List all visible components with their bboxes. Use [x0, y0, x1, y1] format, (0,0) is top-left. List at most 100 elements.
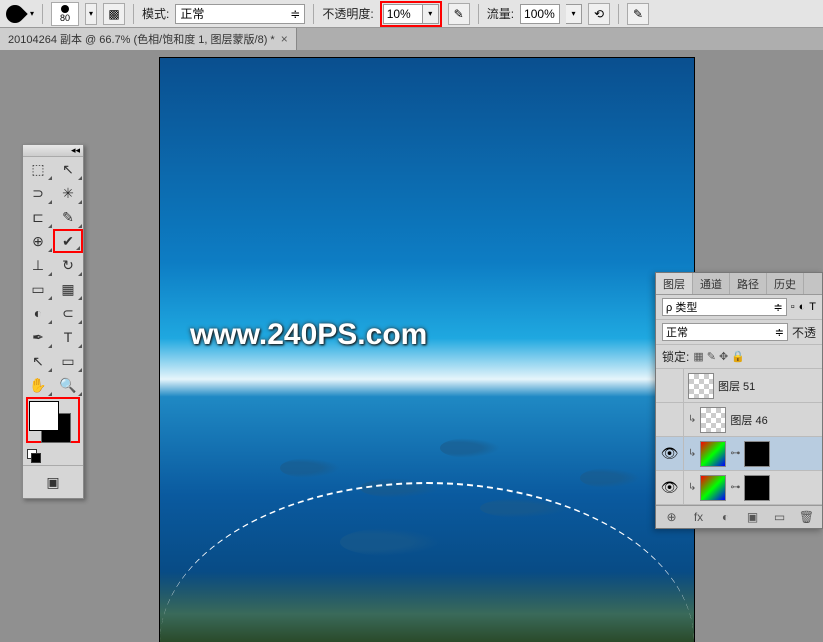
brush-picker-dropdown[interactable]: ▾ — [85, 3, 97, 25]
opacity-input[interactable]: 10% — [383, 4, 423, 24]
document-tab[interactable]: 20104264 副本 @ 66.7% (色相/饱和度 1, 图层蒙版/8) *… — [0, 28, 297, 50]
tab-layers[interactable]: 图层 — [656, 273, 693, 294]
dropdown-arrow[interactable]: ▾ — [30, 9, 34, 18]
layer-name-label[interactable]: 图层 51 — [718, 378, 755, 394]
flow-dropdown[interactable]: ▾ — [566, 4, 582, 24]
lock-transparent-icon[interactable]: ▦ — [693, 350, 703, 363]
adjustment-layer-icon[interactable]: ▣ — [744, 510, 762, 524]
gradient-tool[interactable]: ▦ — [53, 277, 83, 301]
layer-visibility-toggle[interactable] — [656, 369, 684, 402]
fish-shape — [280, 458, 340, 478]
layer-kind-filter[interactable]: ρ 类型≑ — [662, 298, 787, 316]
shape-tool[interactable]: ▭ — [53, 349, 83, 373]
blend-mode-value: 正常 — [180, 5, 204, 22]
chevron-down-icon: ≑ — [775, 326, 784, 339]
layer-content: ↳⊶ — [684, 475, 822, 501]
flow-input[interactable]: 100% — [520, 4, 560, 24]
filter-type-icon[interactable]: T — [809, 301, 816, 313]
tool-flyout-indicator — [78, 368, 82, 372]
tool-flyout-indicator — [78, 344, 82, 348]
patch-tool[interactable]: ⊕ — [23, 229, 53, 253]
layer-row[interactable]: 图层 51 — [656, 369, 822, 403]
layer-name-label[interactable]: 图层 46 — [730, 412, 767, 428]
tool-flyout-indicator — [78, 296, 82, 300]
opacity-control-highlighted: 10% ▾ — [380, 1, 442, 27]
layer-fx-icon[interactable]: fx — [690, 510, 708, 524]
tab-history[interactable]: 历史 — [767, 273, 804, 294]
default-colors-icon[interactable] — [27, 449, 41, 463]
crop-tool[interactable]: ⊏ — [23, 205, 53, 229]
new-layer-icon[interactable]: ▭ — [771, 510, 789, 524]
lock-position-icon[interactable]: ✥ — [719, 350, 728, 363]
path-select-tool[interactable]: ↖ — [23, 349, 53, 373]
tab-channels[interactable]: 通道 — [693, 273, 730, 294]
tools-panel-header[interactable]: ◂◂ — [23, 145, 83, 157]
pen-tool[interactable]: ✒ — [23, 325, 53, 349]
filter-adjust-icon[interactable]: ◐ — [799, 301, 806, 313]
dodge-tool[interactable]: ⊂ — [53, 301, 83, 325]
filter-pixel-icon[interactable]: ▫ — [791, 301, 795, 313]
layer-mask-thumbnail[interactable] — [744, 441, 770, 467]
magic-wand-tool[interactable]: ✳ — [53, 181, 83, 205]
brush-tool[interactable]: ✔ — [53, 229, 83, 253]
layer-content: ↳ 图层 46 — [684, 407, 822, 433]
brush-size-preview[interactable]: 80 — [51, 2, 79, 26]
layer-thumbnail[interactable] — [700, 407, 726, 433]
tool-flyout-indicator — [76, 246, 80, 250]
hand-tool[interactable]: ✋ — [23, 373, 53, 397]
panel-tab-strip: 图层 通道 路径 历史 — [656, 273, 822, 295]
eraser-tool[interactable]: ▭ — [23, 277, 53, 301]
layer-row[interactable]: 👁↳⊶ — [656, 471, 822, 505]
clip-indicator-icon: ↳ — [688, 414, 696, 425]
move-tool[interactable]: ⬚ — [23, 157, 53, 181]
layer-blend-mode-select[interactable]: 正常≑ — [662, 323, 788, 341]
blur-tool[interactable]: ◐ — [23, 301, 53, 325]
pressure-opacity-icon[interactable]: ✎ — [448, 3, 470, 25]
delete-layer-icon[interactable]: 🗑 — [798, 510, 816, 524]
layer-thumbnail[interactable] — [700, 441, 726, 467]
tool-flyout-indicator — [78, 320, 82, 324]
layer-row[interactable]: ↳ 图层 46 — [656, 403, 822, 437]
lasso-tool[interactable]: ⊃ — [23, 181, 53, 205]
layer-mask-thumbnail[interactable] — [744, 475, 770, 501]
tools-grid: ⬚↖⊃✳⊏✎⊕✔⊥↻▭▦◐⊂✒T↖▭✋🔍 — [23, 157, 83, 397]
airbrush-icon[interactable]: ⟲ — [588, 3, 610, 25]
quickmask-row: ▣ — [23, 465, 83, 498]
mask-link-icon[interactable]: ⊶ — [730, 448, 740, 459]
close-tab-icon[interactable]: × — [281, 32, 288, 46]
layer-thumbnail[interactable] — [700, 475, 726, 501]
history-brush-tool[interactable]: ↻ — [53, 253, 83, 277]
brush-tool-icon[interactable] — [2, 1, 27, 26]
eyedropper-tool[interactable]: ✎ — [53, 205, 83, 229]
opacity-dropdown[interactable]: ▾ — [423, 4, 439, 24]
link-layers-icon[interactable]: ⊕ — [663, 510, 681, 524]
zoom-tool[interactable]: 🔍 — [53, 373, 83, 397]
stamp-tool[interactable]: ⊥ — [23, 253, 53, 277]
lock-all-icon[interactable]: 🔒 — [731, 350, 745, 363]
pressure-size-icon[interactable]: ✎ — [627, 3, 649, 25]
layer-filter-row: ρ 类型≑ ▫ ◐ T — [656, 295, 822, 320]
layer-visibility-toggle[interactable]: 👁 — [656, 471, 684, 504]
layer-mask-icon[interactable]: ◐ — [717, 510, 735, 524]
layers-list: 图层 51↳图层 46👁↳⊶👁↳⊶ — [656, 369, 822, 505]
layer-visibility-toggle[interactable] — [656, 403, 684, 436]
tool-flyout-indicator — [78, 224, 82, 228]
mask-link-icon[interactable]: ⊶ — [730, 482, 740, 493]
blend-mode-select[interactable]: 正常 ≑ — [175, 4, 305, 24]
tool-flyout-indicator — [48, 200, 52, 204]
tool-flyout-indicator — [48, 392, 52, 396]
layers-footer: ⊕ fx ◐ ▣ ▭ 🗑 — [656, 505, 822, 528]
brush-panel-toggle-icon[interactable]: ▩ — [103, 3, 125, 25]
divider — [478, 4, 479, 24]
foreground-color-swatch[interactable] — [29, 401, 59, 431]
collapse-icon[interactable]: ◂◂ — [71, 145, 80, 156]
layer-row[interactable]: 👁↳⊶ — [656, 437, 822, 471]
arrow-tool[interactable]: ↖ — [53, 157, 83, 181]
quick-mask-toggle[interactable]: ▣ — [38, 470, 68, 494]
type-tool[interactable]: T — [53, 325, 83, 349]
layer-thumbnail[interactable] — [688, 373, 714, 399]
canvas[interactable]: www.240PS.com — [160, 58, 694, 642]
layer-visibility-toggle[interactable]: 👁 — [656, 437, 684, 470]
tab-paths[interactable]: 路径 — [730, 273, 767, 294]
lock-pixels-icon[interactable]: ✎ — [707, 350, 716, 363]
